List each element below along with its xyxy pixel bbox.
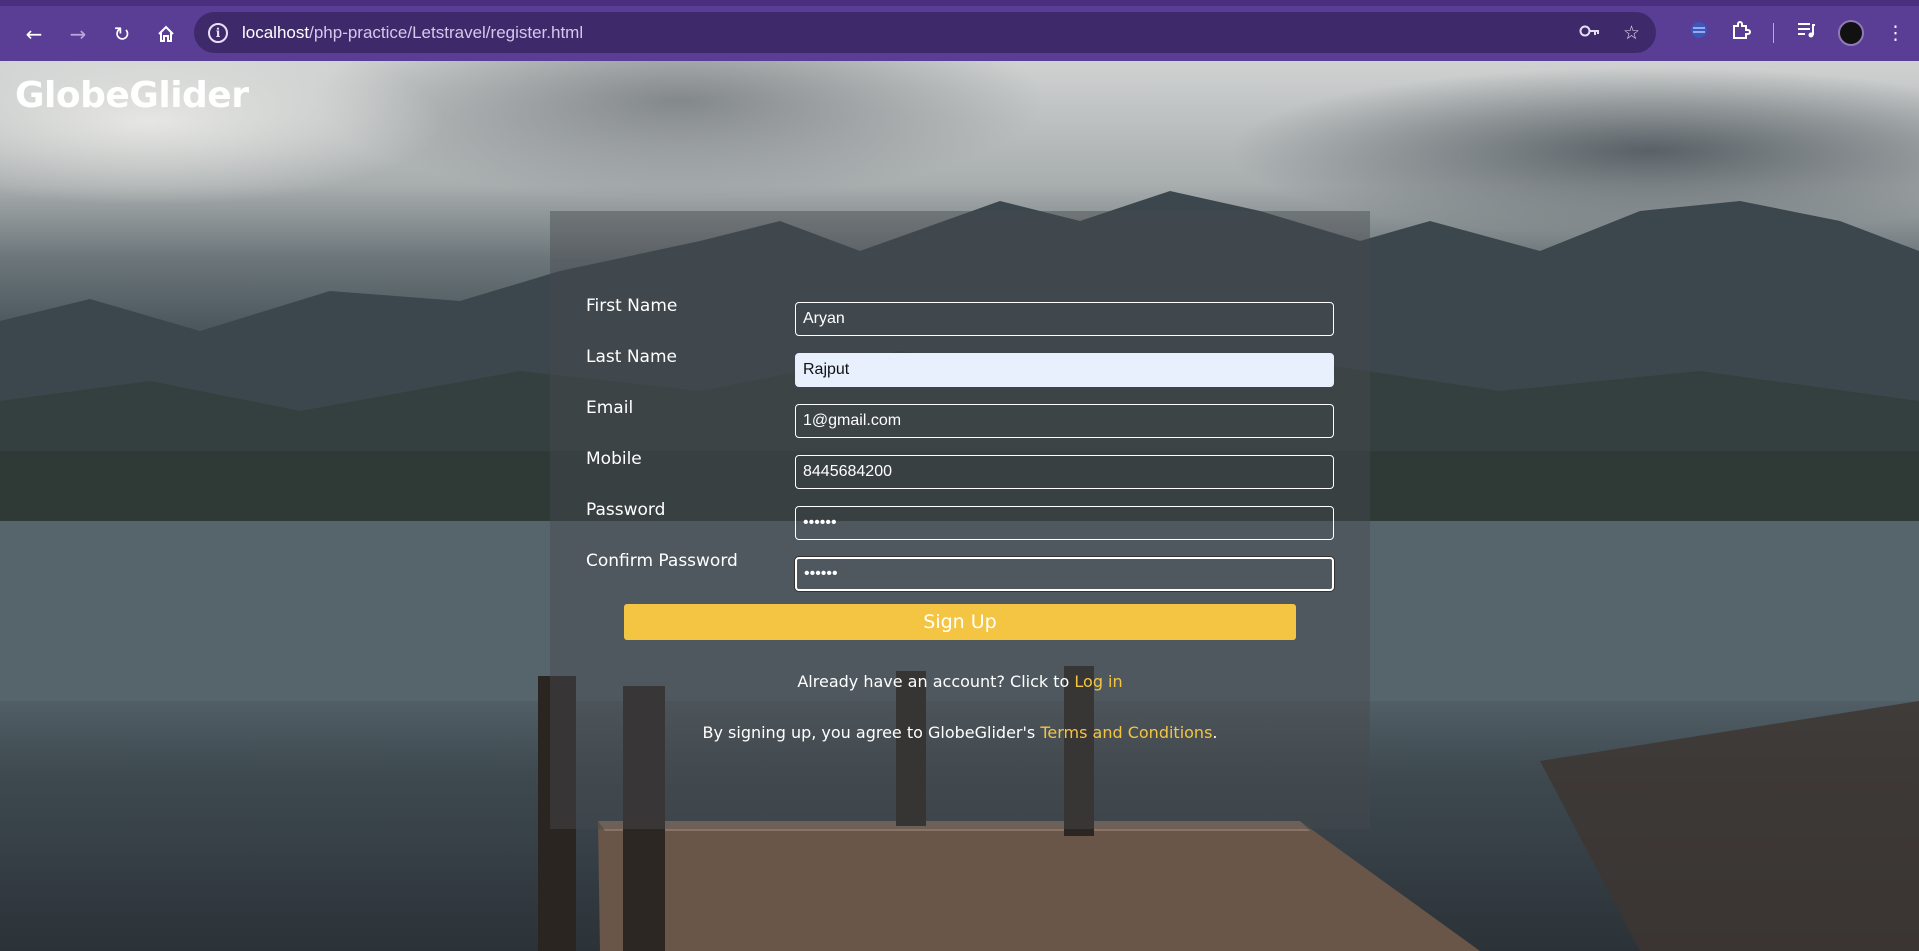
site-info-icon[interactable]: i <box>208 22 228 43</box>
terms-link[interactable]: Terms and Conditions <box>1040 723 1212 742</box>
terms-prompt-text: By signing up, you agree to GlobeGlider'… <box>702 723 1041 742</box>
forward-icon[interactable]: → <box>58 14 98 54</box>
password-row: Password <box>586 500 1334 540</box>
puzzle-extensions-icon[interactable] <box>1731 20 1751 45</box>
login-prompt-text: Already have an account? Click to <box>797 672 1075 691</box>
media-queue-icon[interactable] <box>1796 21 1816 44</box>
confirm-password-row: Confirm Password <box>586 551 1334 591</box>
reload-icon[interactable]: ↻ <box>102 14 142 54</box>
terms-suffix: . <box>1212 723 1218 742</box>
browser-toolbar: ← → ↻ i localhost/php-practice/Letstrave… <box>0 0 1919 61</box>
home-icon[interactable] <box>146 14 186 54</box>
mobile-label: Mobile <box>586 449 642 469</box>
back-icon[interactable]: ← <box>14 14 54 54</box>
last-name-input[interactable] <box>795 353 1334 387</box>
last-name-label: Last Name <box>586 347 677 367</box>
signup-form: First Name Last Name Email Mobile Passwo… <box>550 211 1370 829</box>
url-text[interactable]: localhost/php-practice/Letstravel/regist… <box>242 23 583 43</box>
menu-kebab-icon[interactable]: ⋮ <box>1886 22 1905 44</box>
mobile-input[interactable] <box>795 455 1334 489</box>
address-bar[interactable]: i localhost/php-practice/Letstravel/regi… <box>194 12 1656 53</box>
brand-logo[interactable]: GlobeGlider <box>15 75 249 116</box>
mobile-row: Mobile <box>586 449 1334 489</box>
confirm-password-input[interactable] <box>795 557 1334 591</box>
first-name-input[interactable] <box>795 302 1334 336</box>
bookmark-star-icon[interactable]: ☆ <box>1623 22 1640 44</box>
toolbar-divider <box>1773 22 1774 43</box>
confirm-password-label: Confirm Password <box>586 551 738 571</box>
password-label: Password <box>586 500 666 520</box>
password-key-icon[interactable] <box>1579 22 1601 44</box>
last-name-row: Last Name <box>586 347 1334 387</box>
first-name-label: First Name <box>586 296 678 316</box>
email-row: Email <box>586 398 1334 438</box>
sign-up-button[interactable]: Sign Up <box>624 604 1296 640</box>
register-page: GlobeGlider First Name Last Name Email M… <box>0 61 1919 951</box>
first-name-row: First Name <box>586 296 1334 336</box>
terms-notice: By signing up, you agree to GlobeGlider'… <box>550 723 1370 742</box>
email-label: Email <box>586 398 634 418</box>
password-input[interactable] <box>795 506 1334 540</box>
extension-icon[interactable] <box>1689 20 1709 45</box>
login-link[interactable]: Log in <box>1074 672 1122 691</box>
profile-avatar[interactable] <box>1838 19 1864 46</box>
login-prompt: Already have an account? Click to Log in <box>550 672 1370 691</box>
email-input[interactable] <box>795 404 1334 438</box>
